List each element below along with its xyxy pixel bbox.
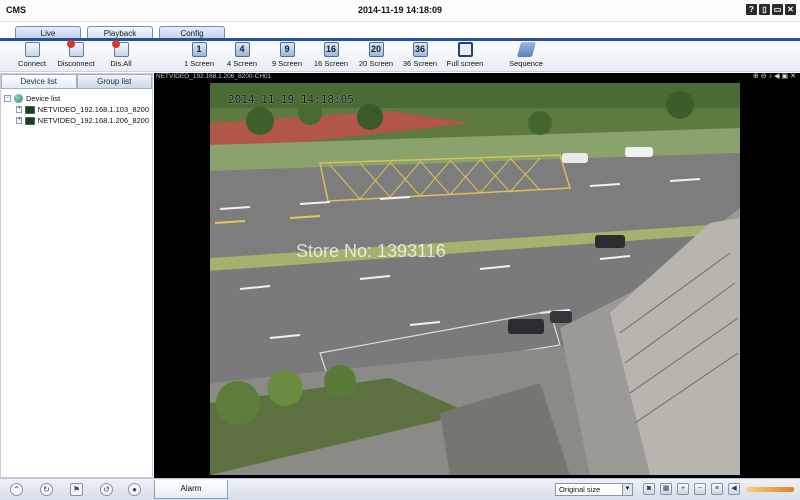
record-video-icon[interactable]: ▦ xyxy=(660,483,672,495)
window-controls: ? ▯ ▭ ✕ xyxy=(746,4,796,15)
four-screen-button[interactable]: 4 4 Screen xyxy=(218,42,266,68)
channel-controls: ⊕ ⊖ ♪ ◀ ▣ ✕ xyxy=(753,73,796,81)
twenty-screen-icon: 20 xyxy=(368,42,384,57)
flag-icon[interactable]: ⚑ xyxy=(70,483,83,496)
camera-device-icon xyxy=(25,116,35,125)
current-datetime: 2014-11-19 14:18:09 xyxy=(357,5,443,15)
camera-feed[interactable]: 2014-11-19 14:18:05 Store No: 1393116 xyxy=(210,83,740,475)
speaker-icon[interactable]: ◀ xyxy=(774,73,779,81)
osd-timestamp: 2014-11-19 14:18:05 xyxy=(228,93,354,106)
microphone-icon[interactable]: ♪ xyxy=(769,73,773,81)
four-screen-label: 4 Screen xyxy=(226,59,258,68)
device-item[interactable]: + NETVIDEO_192.168.1.103_8200 xyxy=(4,104,149,115)
zoom-in-button-icon[interactable]: + xyxy=(677,483,689,495)
record-icon[interactable]: ● xyxy=(128,483,141,496)
camera-snapshot-icon[interactable]: ◙ xyxy=(643,483,655,495)
sequence-button[interactable]: Sequence xyxy=(502,42,550,68)
nine-screen-icon: 9 xyxy=(279,42,295,57)
thirty-six-screen-button[interactable]: 36 36 Screen xyxy=(396,42,444,68)
connect-button[interactable]: Connect xyxy=(8,42,56,68)
size-select[interactable]: Original size ▼ xyxy=(555,483,633,496)
twenty-screen-button[interactable]: 20 20 Screen xyxy=(352,42,400,68)
thirty-six-screen-icon: 36 xyxy=(412,42,428,57)
expand-icon[interactable]: + xyxy=(16,117,23,124)
camera-feed-image xyxy=(210,83,740,475)
four-screen-icon: 4 xyxy=(234,42,250,57)
one-screen-button[interactable]: 1 1 Screen xyxy=(175,42,223,68)
tab-group-list[interactable]: Group list xyxy=(76,74,152,89)
full-screen-button[interactable]: Full screen xyxy=(441,42,489,68)
sequence-label: Sequence xyxy=(509,59,543,68)
video-display: NETVIDEO_192.168.1.206_8200-CH01 ⊕ ⊖ ♪ ◀… xyxy=(154,73,800,478)
refresh-icon[interactable]: ↻ xyxy=(40,483,53,496)
zoom-in-icon[interactable]: ⊕ xyxy=(753,73,759,81)
snapshot-icon[interactable]: ▣ xyxy=(782,73,789,81)
device-item[interactable]: + NETVIDEO_192.168.1.206_8200 xyxy=(4,115,149,126)
sequence-icon xyxy=(516,42,536,57)
toolbar: Connect Disconnect Dis.All 1 1 Screen 4 … xyxy=(0,40,800,72)
device-panel: Device list Group list − Device list + N… xyxy=(0,73,153,478)
sixteen-screen-button[interactable]: 16 16 Screen xyxy=(307,42,355,68)
expand-icon[interactable]: + xyxy=(16,106,23,113)
zoom-out-icon[interactable]: ⊖ xyxy=(761,73,767,81)
one-screen-label: 1 Screen xyxy=(183,59,215,68)
device-panel-tabs: Device list Group list xyxy=(1,74,152,89)
store-watermark: Store No: 1393116 xyxy=(296,241,446,261)
nine-screen-label: 9 Screen xyxy=(271,59,303,68)
video-header: NETVIDEO_192.168.1.206_8200-CH01 ⊕ ⊖ ♪ ◀… xyxy=(154,73,800,82)
close-channel-icon[interactable]: ✕ xyxy=(790,73,796,81)
list-icon[interactable]: ≡ xyxy=(711,483,723,495)
size-select-value: Original size xyxy=(559,485,601,494)
help-button[interactable]: ? xyxy=(746,4,757,15)
disconnect-button[interactable]: Disconnect xyxy=(52,40,100,68)
disconnect-label: Disconnect xyxy=(57,59,95,68)
collapse-icon[interactable]: − xyxy=(4,95,11,102)
thirty-six-screen-label: 36 Screen xyxy=(402,59,438,68)
channel-label: NETVIDEO_192.168.1.206_8200-CH01 xyxy=(156,73,272,80)
chevron-down-icon: ▼ xyxy=(622,484,632,495)
connect-label: Connect xyxy=(18,59,46,68)
disconnect-all-icon xyxy=(111,40,129,57)
full-screen-label: Full screen xyxy=(446,59,484,68)
connect-icon xyxy=(24,42,40,57)
title-bar: CMS 2014-11-19 14:18:09 ? ▯ ▭ ✕ xyxy=(0,0,800,22)
camera-device-icon xyxy=(25,105,35,114)
device-tree-root-label: Device list xyxy=(26,94,61,103)
playback-icon[interactable]: ↺ xyxy=(100,483,113,496)
device-tree: − Device list + NETVIDEO_192.168.1.103_8… xyxy=(1,89,152,130)
ptz-up-icon[interactable]: ⌃ xyxy=(10,483,23,496)
one-screen-icon: 1 xyxy=(191,42,207,57)
bottom-bar: ⌃ ↻ ⚑ ↺ ● Alarm Original size ▼ ◙ ▦ + − … xyxy=(0,478,800,500)
sixteen-screen-label: 16 Screen xyxy=(313,59,349,68)
app-title: CMS xyxy=(6,5,26,15)
volume-icon[interactable]: ◀ xyxy=(728,483,740,495)
globe-icon xyxy=(14,94,23,103)
minimize-button[interactable]: ▭ xyxy=(772,4,783,15)
disconnect-all-label: Dis.All xyxy=(110,59,132,68)
lock-button[interactable]: ▯ xyxy=(759,4,770,15)
nine-screen-button[interactable]: 9 9 Screen xyxy=(263,42,311,68)
twenty-screen-label: 20 Screen xyxy=(358,59,394,68)
volume-slider[interactable] xyxy=(746,487,794,492)
zoom-out-button-icon[interactable]: − xyxy=(694,483,706,495)
full-screen-icon xyxy=(457,42,473,57)
device-item-label: NETVIDEO_192.168.1.103_8200 xyxy=(37,105,149,114)
disconnect-all-button[interactable]: Dis.All xyxy=(97,40,145,68)
device-tree-root[interactable]: − Device list xyxy=(4,93,149,104)
tab-device-list[interactable]: Device list xyxy=(1,74,77,89)
device-item-label: NETVIDEO_192.168.1.206_8200 xyxy=(37,116,149,125)
sixteen-screen-icon: 16 xyxy=(323,42,339,57)
disconnect-icon xyxy=(66,40,84,57)
close-button[interactable]: ✕ xyxy=(785,4,796,15)
tab-alarm[interactable]: Alarm xyxy=(154,480,228,499)
